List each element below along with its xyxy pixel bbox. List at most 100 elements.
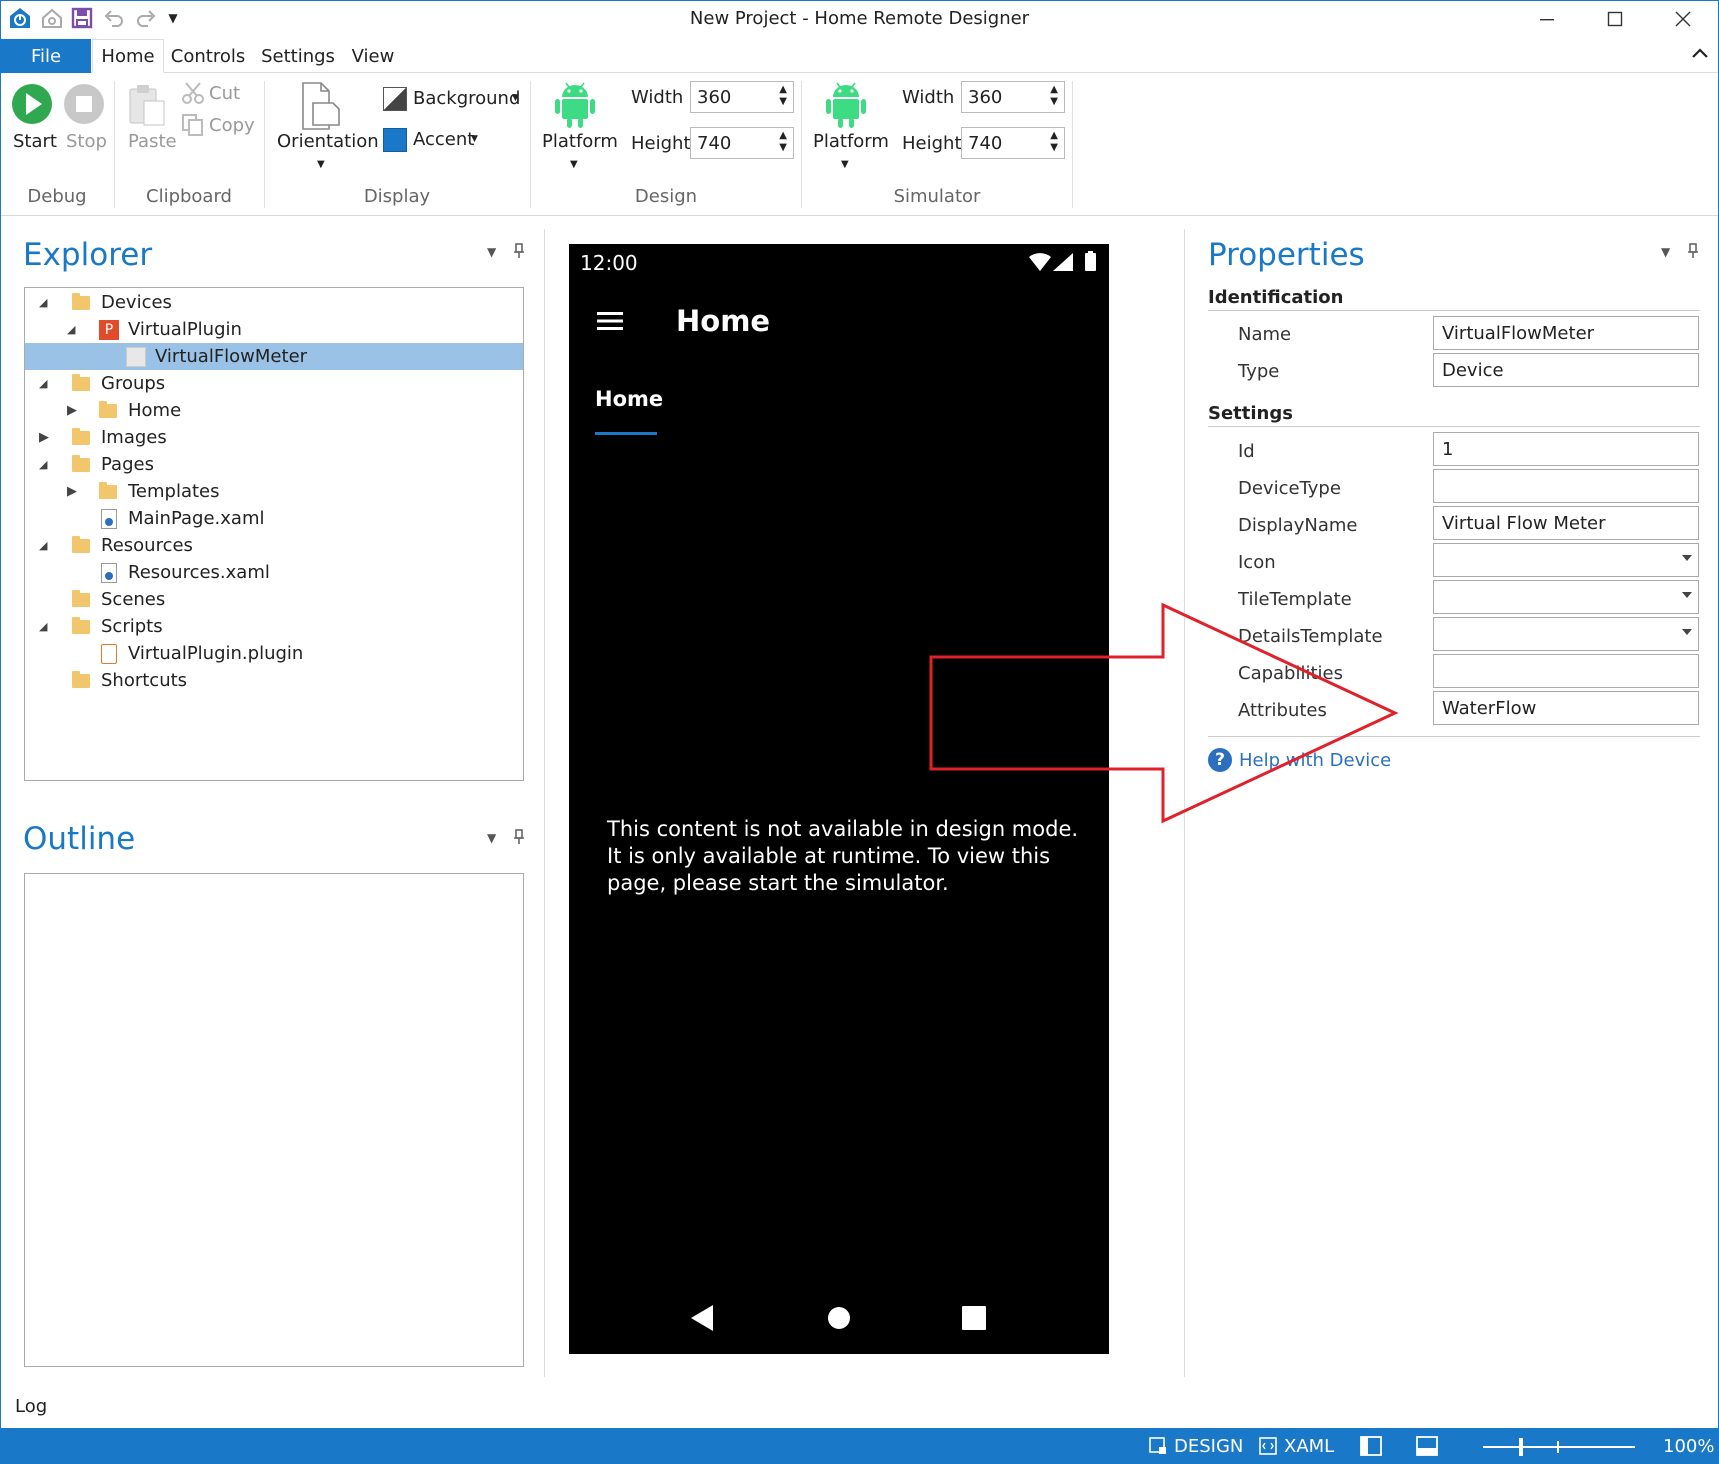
tree-item-groups[interactable]: ◢ Groups <box>25 370 523 397</box>
cut-label[interactable]: Cut <box>209 83 240 104</box>
orientation-dropdown-icon[interactable]: ▼ <box>317 159 325 170</box>
attributes-field[interactable]: WaterFlow <box>1433 691 1699 725</box>
accent-button[interactable]: Accent <box>413 129 474 150</box>
wifi-icon <box>1029 253 1051 276</box>
expanded-arrow-icon[interactable]: ◢ <box>39 296 47 309</box>
split-horizontal-icon[interactable] <box>1416 1436 1438 1461</box>
tree-item-virtualplugin-file[interactable]: VirtualPlugin.plugin <box>25 640 523 667</box>
maximize-button[interactable] <box>1581 1 1649 37</box>
close-button[interactable] <box>1649 1 1717 37</box>
tree-item-shortcuts[interactable]: Shortcuts <box>25 667 523 694</box>
tab-controls[interactable]: Controls <box>165 39 251 73</box>
tab-home[interactable]: Home <box>92 39 164 73</box>
design-width-input[interactable]: 360 ▲ ▼ <box>690 81 794 113</box>
accent-dropdown-icon[interactable]: ▼ <box>471 134 478 144</box>
design-view-button[interactable]: DESIGN <box>1174 1436 1243 1457</box>
simulator-platform-button[interactable]: Platform <box>813 131 889 152</box>
outline-title: Outline <box>23 821 136 857</box>
nav-recents-icon[interactable] <box>962 1306 986 1335</box>
dropdown-arrow-icon[interactable] <box>1682 629 1692 635</box>
design-platform-button[interactable]: Platform <box>542 131 618 152</box>
log-label[interactable]: Log <box>15 1396 47 1417</box>
copy-label[interactable]: Copy <box>209 115 255 136</box>
design-height-input[interactable]: 740 ▲ ▼ <box>690 127 794 159</box>
copy-icon[interactable] <box>181 113 205 137</box>
expanded-arrow-icon[interactable]: ◢ <box>39 458 47 471</box>
collapsed-arrow-icon[interactable]: ▶ <box>67 484 77 499</box>
properties-menu-icon[interactable]: ▼ <box>1661 245 1670 259</box>
tree-item-templates[interactable]: ▶ Templates <box>25 478 523 505</box>
stop-button[interactable] <box>63 83 105 125</box>
detailstemplate-dropdown[interactable] <box>1433 617 1699 651</box>
split-vertical-icon[interactable] <box>1360 1436 1382 1461</box>
tree-item-scenes[interactable]: Scenes <box>25 586 523 613</box>
collapsed-arrow-icon[interactable]: ▶ <box>39 430 49 445</box>
cut-icon[interactable] <box>181 81 205 105</box>
orientation-icon[interactable] <box>297 81 343 131</box>
orientation-button[interactable]: Orientation <box>277 131 379 152</box>
android-simulator-icon[interactable] <box>824 81 868 129</box>
capabilities-field[interactable] <box>1433 654 1699 688</box>
xaml-view-button[interactable]: XAML <box>1284 1436 1334 1457</box>
accent-swatch-icon[interactable] <box>383 128 407 152</box>
simulator-width-input[interactable]: 360 ▲ ▼ <box>961 81 1065 113</box>
id-field[interactable]: 1 <box>1433 432 1699 466</box>
displayname-field[interactable]: Virtual Flow Meter <box>1433 506 1699 540</box>
name-field[interactable]: VirtualFlowMeter <box>1433 316 1699 350</box>
tree-item-virtualflowmeter[interactable]: VirtualFlowMeter <box>25 343 523 370</box>
tree-item-resources[interactable]: ◢ Resources <box>25 532 523 559</box>
design-platform-dropdown-icon[interactable]: ▼ <box>570 159 578 170</box>
nav-back-icon[interactable] <box>691 1305 715 1336</box>
spinner-arrows-icon[interactable]: ▲ ▼ <box>1050 84 1058 108</box>
background-swatch-icon[interactable] <box>383 87 407 111</box>
zoom-slider-thumb[interactable] <box>1519 1438 1523 1456</box>
tab-settings[interactable]: Settings <box>257 39 339 73</box>
paste-button[interactable] <box>127 83 169 129</box>
properties-pin-icon[interactable] <box>1687 243 1699 263</box>
expanded-arrow-icon[interactable]: ◢ <box>39 620 47 633</box>
minimize-button[interactable] <box>1513 1 1581 37</box>
expanded-arrow-icon[interactable]: ◢ <box>67 323 75 336</box>
splitter-left[interactable] <box>544 229 545 1377</box>
background-button[interactable]: Background <box>413 88 520 109</box>
tree-item-scripts[interactable]: ◢ Scripts <box>25 613 523 640</box>
tree-item-resources-xaml[interactable]: Resources.xaml <box>25 559 523 586</box>
design-view-icon[interactable] <box>1149 1437 1167 1460</box>
spinner-arrows-icon[interactable]: ▲ ▼ <box>1050 130 1058 154</box>
hamburger-menu-icon[interactable] <box>597 311 623 336</box>
expanded-arrow-icon[interactable]: ◢ <box>39 377 47 390</box>
nav-home-icon[interactable] <box>827 1306 851 1335</box>
tree-item-home[interactable]: ▶ Home <box>25 397 523 424</box>
xaml-view-icon[interactable] <box>1259 1437 1277 1460</box>
tree-item-virtualplugin[interactable]: ◢ P VirtualPlugin <box>25 316 523 343</box>
spinner-arrows-icon[interactable]: ▲ ▼ <box>779 84 787 108</box>
android-platform-icon[interactable] <box>553 81 597 129</box>
tiletemplate-dropdown[interactable] <box>1433 580 1699 614</box>
file-tab[interactable]: File <box>1 39 91 73</box>
devicetype-field[interactable] <box>1433 469 1699 503</box>
expanded-arrow-icon[interactable]: ◢ <box>39 539 47 552</box>
start-button[interactable] <box>11 83 53 125</box>
icon-dropdown[interactable] <box>1433 543 1699 577</box>
spinner-arrows-icon[interactable]: ▲ ▼ <box>779 130 787 154</box>
dropdown-arrow-icon[interactable] <box>1682 592 1692 598</box>
tree-item-pages[interactable]: ◢ Pages <box>25 451 523 478</box>
tree-item-images[interactable]: ▶ Images <box>25 424 523 451</box>
background-dropdown-icon[interactable]: ▼ <box>512 93 519 103</box>
tree-item-mainpage[interactable]: MainPage.xaml <box>25 505 523 532</box>
collapsed-arrow-icon[interactable]: ▶ <box>67 403 77 418</box>
explorer-menu-icon[interactable]: ▼ <box>487 245 496 259</box>
type-field[interactable]: Device <box>1433 353 1699 387</box>
outline-pin-icon[interactable] <box>513 829 525 849</box>
tree-item-devices[interactable]: ◢ Devices <box>25 289 523 316</box>
simulator-height-input[interactable]: 740 ▲ ▼ <box>961 127 1065 159</box>
outline-menu-icon[interactable]: ▼ <box>487 831 496 845</box>
collapse-ribbon-icon[interactable] <box>1691 45 1709 68</box>
dropdown-arrow-icon[interactable] <box>1682 555 1692 561</box>
simulator-platform-dropdown-icon[interactable]: ▼ <box>841 159 849 170</box>
explorer-pin-icon[interactable] <box>513 243 525 263</box>
design-height-label: Height <box>631 133 691 154</box>
tab-view[interactable]: View <box>347 39 399 73</box>
zoom-slider[interactable] <box>1483 1438 1635 1456</box>
phone-tab-home[interactable]: Home <box>595 387 663 411</box>
